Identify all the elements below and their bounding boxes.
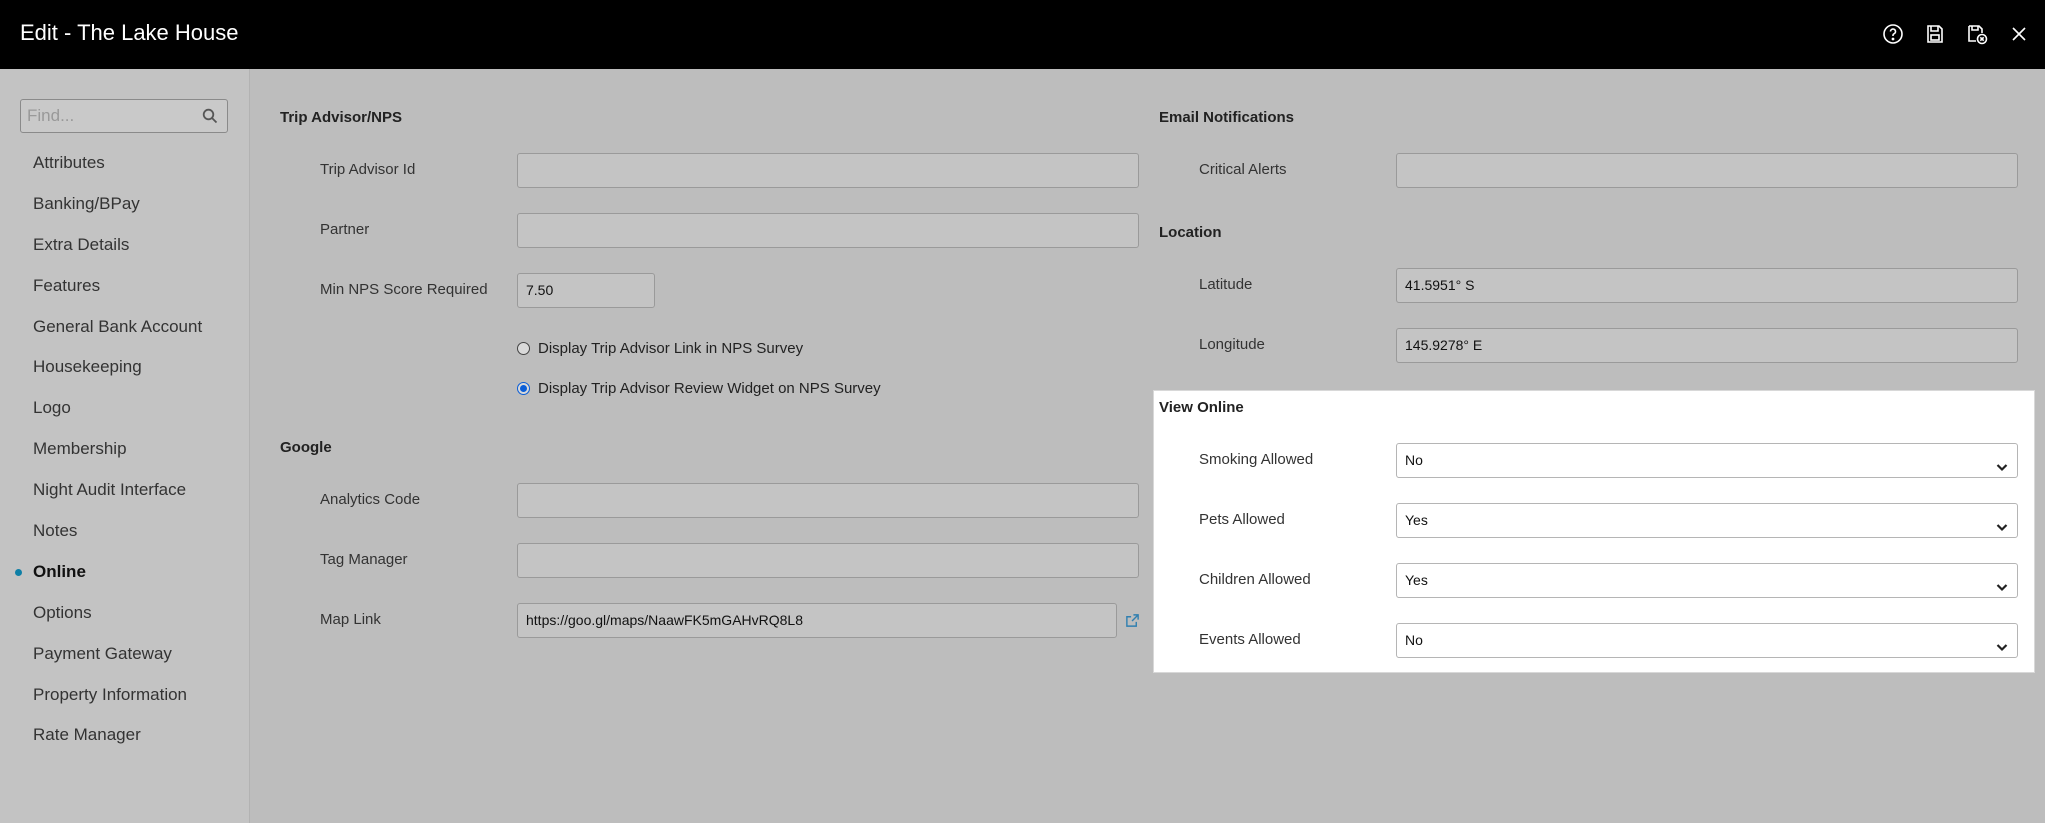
latitude-field[interactable]: 41.5951° S bbox=[1396, 268, 2018, 303]
view-online-section-title: View Online bbox=[1159, 399, 1244, 416]
sidebar: Attributes Banking/BPay Extra Details Fe… bbox=[0, 69, 250, 823]
events-allowed-select[interactable]: No bbox=[1396, 623, 2018, 658]
radio-trip-advisor-review-widget[interactable]: Display Trip Advisor Review Widget on NP… bbox=[517, 380, 881, 397]
sidebar-item-label: Banking/BPay bbox=[33, 193, 140, 213]
sidebar-item-label: Extra Details bbox=[33, 234, 130, 254]
google-section-title: Google bbox=[280, 439, 332, 456]
min-nps-score-field[interactable]: 7.50 bbox=[517, 273, 655, 308]
select-value: Yes bbox=[1405, 572, 1428, 588]
radio-label: Display Trip Advisor Link in NPS Survey bbox=[538, 340, 804, 357]
title-bar: Edit - The Lake House bbox=[0, 0, 2045, 69]
map-link-field[interactable]: https://goo.gl/maps/NaawFK5mGAHvRQ8L8 bbox=[517, 603, 1117, 638]
location-section-title: Location bbox=[1159, 224, 1222, 241]
smoking-allowed-select[interactable]: No bbox=[1396, 443, 2018, 478]
sidebar-item-attributes[interactable]: Attributes bbox=[0, 143, 250, 184]
sidebar-item-label: Options bbox=[33, 602, 92, 622]
children-allowed-select[interactable]: Yes bbox=[1396, 563, 2018, 598]
sidebar-item-features[interactable]: Features bbox=[0, 266, 250, 307]
sidebar-item-logo[interactable]: Logo bbox=[0, 388, 250, 429]
sidebar-item-notes[interactable]: Notes bbox=[0, 511, 250, 552]
tag-manager-field[interactable] bbox=[517, 543, 1139, 578]
pets-allowed-select[interactable]: Yes bbox=[1396, 503, 2018, 538]
window-title: Edit - The Lake House bbox=[20, 20, 239, 45]
active-indicator-dot bbox=[15, 568, 22, 576]
sidebar-item-banking-bpay[interactable]: Banking/BPay bbox=[0, 184, 250, 225]
chevron-down-icon bbox=[1995, 513, 2009, 532]
sidebar-item-label: Property Information bbox=[33, 684, 188, 704]
sidebar-item-label: Online bbox=[33, 561, 86, 581]
trip-advisor-id-label: Trip Advisor Id bbox=[320, 161, 416, 178]
analytics-code-field[interactable] bbox=[517, 483, 1139, 518]
sidebar-item-rate-manager[interactable]: Rate Manager bbox=[0, 715, 250, 756]
external-link-icon[interactable] bbox=[1125, 613, 1141, 629]
sidebar-item-property-information[interactable]: Property Information bbox=[0, 675, 250, 716]
radio-button[interactable] bbox=[517, 342, 530, 355]
map-link-label: Map Link bbox=[320, 611, 381, 628]
chevron-down-icon bbox=[1995, 573, 2009, 592]
longitude-field[interactable]: 145.9278° E bbox=[1396, 328, 2018, 363]
sidebar-item-label: Membership bbox=[33, 439, 127, 459]
partner-label: Partner bbox=[320, 221, 370, 238]
select-value: No bbox=[1405, 632, 1423, 648]
toolbar bbox=[1879, 20, 2033, 48]
search-input[interactable] bbox=[21, 100, 201, 132]
sidebar-item-label: Housekeeping bbox=[33, 357, 142, 377]
min-nps-score-label: Min NPS Score Required bbox=[320, 281, 488, 298]
save-icon[interactable] bbox=[1921, 20, 1949, 48]
sidebar-item-label: Notes bbox=[33, 521, 78, 541]
sidebar-item-options[interactable]: Options bbox=[0, 593, 250, 634]
events-allowed-label: Events Allowed bbox=[1199, 631, 1301, 648]
sidebar-item-label: Attributes bbox=[33, 153, 105, 172]
tag-manager-label: Tag Manager bbox=[320, 551, 408, 568]
chevron-down-icon bbox=[1995, 633, 2009, 652]
radio-label: Display Trip Advisor Review Widget on NP… bbox=[538, 380, 881, 397]
sidebar-item-label: Night Audit Interface bbox=[33, 480, 187, 500]
sidebar-item-label: General Bank Account bbox=[33, 316, 203, 336]
help-icon[interactable] bbox=[1879, 20, 1907, 48]
children-allowed-label: Children Allowed bbox=[1199, 571, 1311, 588]
critical-alerts-field[interactable] bbox=[1396, 153, 2018, 188]
sidebar-item-payment-gateway[interactable]: Payment Gateway bbox=[0, 634, 250, 675]
partner-field[interactable] bbox=[517, 213, 1139, 248]
sidebar-item-label: Logo bbox=[33, 398, 71, 418]
analytics-code-label: Analytics Code bbox=[320, 491, 421, 508]
sidebar-item-housekeeping[interactable]: Housekeeping bbox=[0, 347, 250, 388]
pets-allowed-label: Pets Allowed bbox=[1199, 511, 1285, 528]
sidebar-item-label: Features bbox=[33, 275, 101, 295]
sidebar-item-extra-details[interactable]: Extra Details bbox=[0, 225, 250, 266]
email-notifications-section-title: Email Notifications bbox=[1159, 109, 1295, 126]
sidebar-nav: Attributes Banking/BPay Extra Details Fe… bbox=[0, 143, 250, 756]
latitude-label: Latitude bbox=[1199, 276, 1253, 293]
sidebar-item-label: Payment Gateway bbox=[33, 643, 172, 663]
longitude-label: Longitude bbox=[1199, 336, 1265, 353]
sidebar-item-online[interactable]: Online bbox=[0, 552, 250, 593]
search-icon[interactable] bbox=[202, 108, 218, 124]
trip-advisor-id-field[interactable] bbox=[517, 153, 1139, 188]
critical-alerts-label: Critical Alerts bbox=[1199, 161, 1287, 178]
trip-advisor-section-title: Trip Advisor/NPS bbox=[280, 109, 402, 126]
close-icon[interactable] bbox=[2005, 20, 2033, 48]
sidebar-item-membership[interactable]: Membership bbox=[0, 429, 250, 470]
chevron-down-icon bbox=[1995, 453, 2009, 472]
sidebar-item-label: Rate Manager bbox=[33, 725, 141, 745]
search-box bbox=[20, 99, 228, 133]
sidebar-item-night-audit-interface[interactable]: Night Audit Interface bbox=[0, 470, 250, 511]
radio-trip-advisor-link[interactable]: Display Trip Advisor Link in NPS Survey bbox=[517, 340, 803, 357]
select-value: No bbox=[1405, 452, 1423, 468]
select-value: Yes bbox=[1405, 512, 1428, 528]
radio-button-selected[interactable] bbox=[517, 382, 530, 395]
sidebar-item-general-bank-account[interactable]: General Bank Account bbox=[0, 307, 250, 348]
smoking-allowed-label: Smoking Allowed bbox=[1199, 451, 1314, 468]
save-and-close-icon[interactable] bbox=[1963, 20, 1991, 48]
